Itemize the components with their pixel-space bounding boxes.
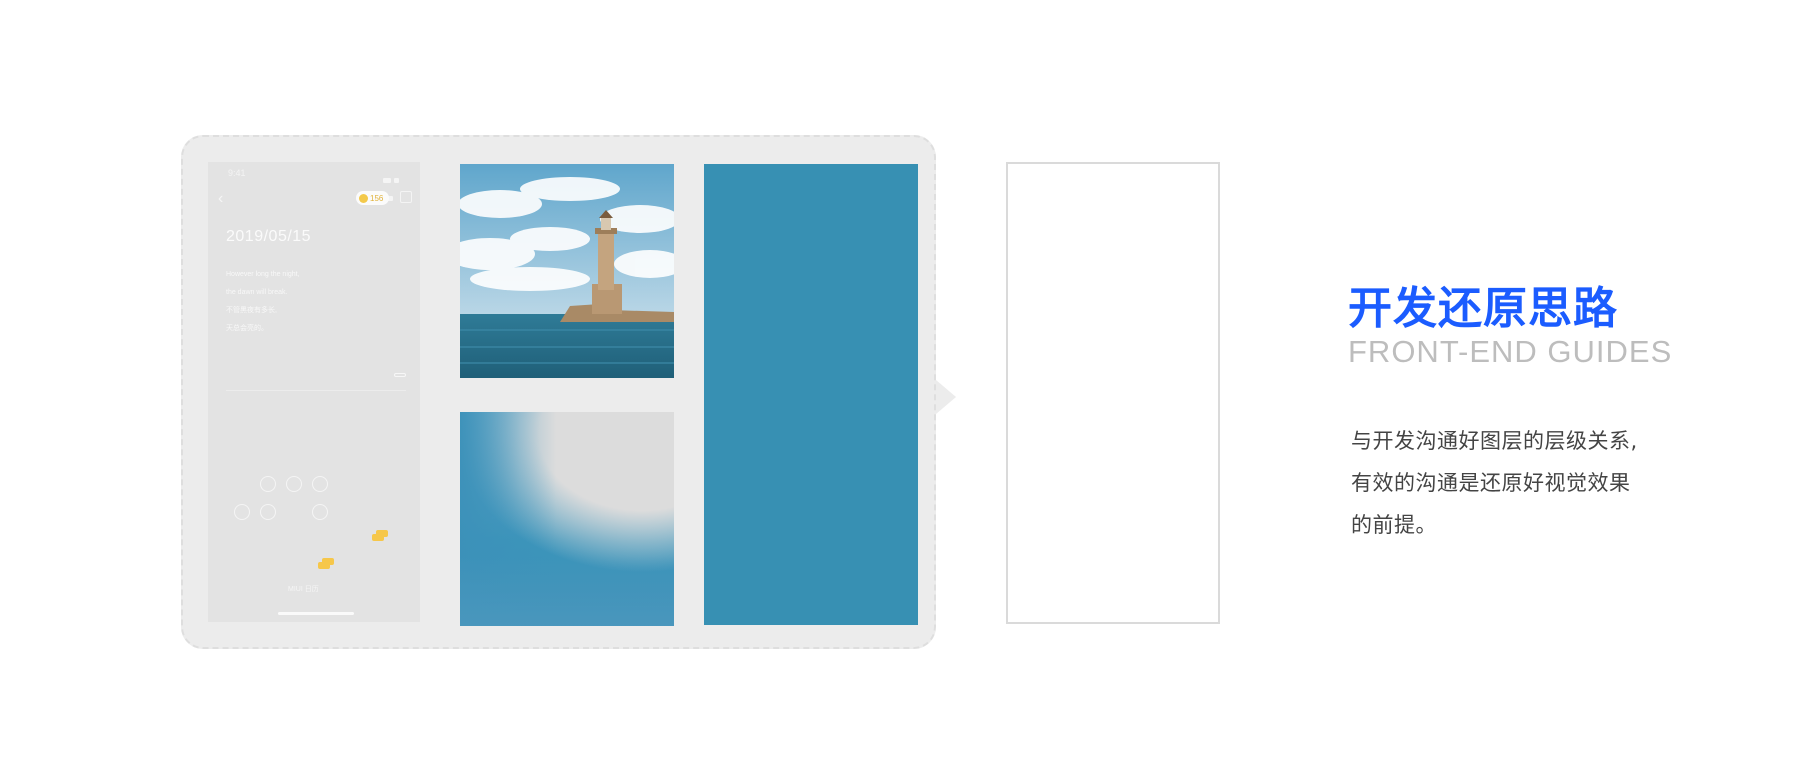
coin-stack-icon (318, 556, 338, 570)
calendar-day (234, 504, 250, 520)
calendar-day (312, 476, 328, 492)
gradient-fade (460, 556, 674, 626)
status-time: 9:41 (228, 168, 246, 178)
empty-frame (1006, 162, 1220, 624)
calendar-day (260, 504, 276, 520)
solid-blue-layer (704, 164, 918, 625)
phone-mockup: 9:41 ‹ 156 2019/05/15 However long the n… (208, 162, 420, 622)
share-icon (400, 191, 412, 203)
gradient-layer (460, 412, 674, 626)
home-indicator (278, 612, 354, 615)
calendar-day (312, 504, 328, 520)
quote-line: 天总会亮的。 (226, 325, 268, 332)
description-line: 有效的沟通是还原好视觉效果 (1351, 471, 1631, 495)
description-line: 与开发沟通好图层的层级关系, (1351, 429, 1638, 453)
quote-line: the dawn will break. (226, 289, 288, 296)
daily-quote: However long the night, the dawn will br… (226, 266, 300, 338)
description-line: 的前提。 (1351, 513, 1437, 537)
description: 与开发沟通好图层的层级关系, 有效的沟通是还原好视觉效果 的前提。 (1351, 420, 1691, 546)
coin-count: 156 (370, 193, 384, 203)
toolbar-chip (394, 373, 406, 377)
status-icons (380, 170, 410, 201)
phone-footer: MIUI 日历 (288, 586, 319, 593)
calendar-date: 2019/05/15 (226, 228, 312, 245)
back-chevron-icon: ‹ (218, 190, 224, 207)
calendar-day (286, 476, 302, 492)
quote-line: However long the night, (226, 271, 300, 278)
divider (226, 390, 406, 391)
coin-badge: 156 (356, 191, 390, 205)
coin-stack-icon (372, 528, 392, 542)
lighthouse-photo (460, 164, 674, 378)
calendar-day (260, 476, 276, 492)
coin-icon (359, 193, 368, 203)
page-title: 开发还原思路 (1348, 283, 1618, 334)
page-subtitle: FRONT-END GUIDES (1348, 334, 1673, 369)
board-pointer-arrow (936, 380, 956, 414)
quote-line: 不管黑夜有多长, (226, 307, 277, 314)
